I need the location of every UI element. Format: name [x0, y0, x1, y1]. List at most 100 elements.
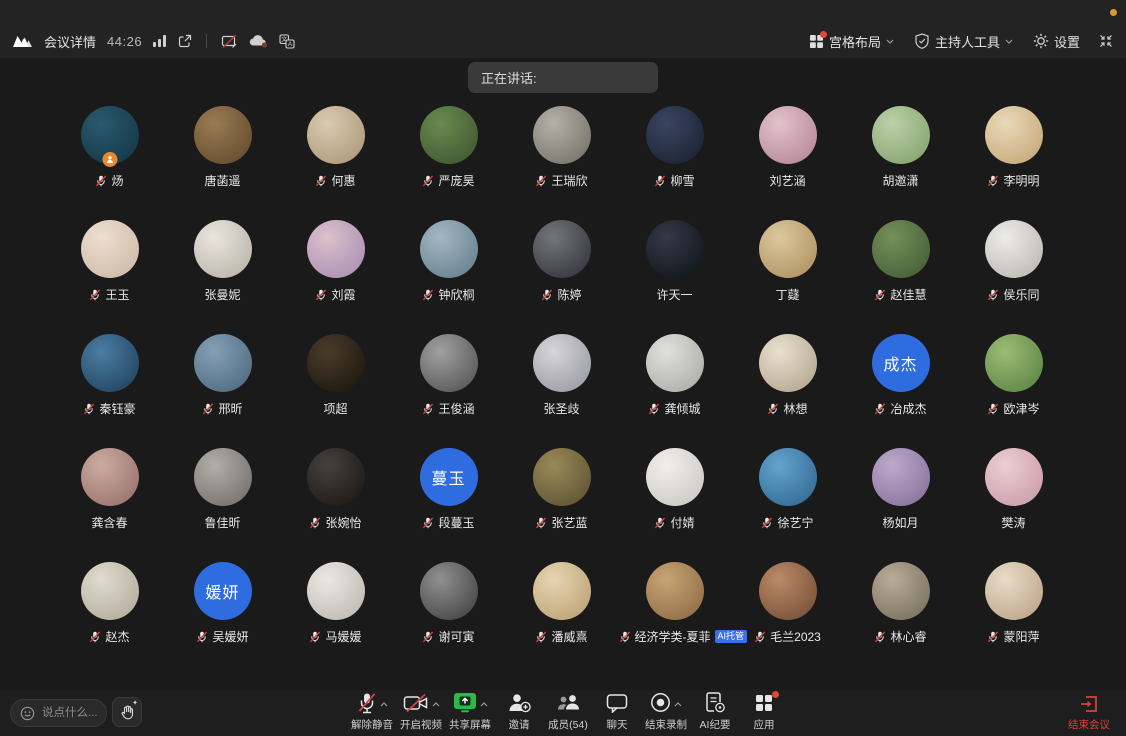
settings-button[interactable]: 设置: [1027, 32, 1086, 51]
participant-tile[interactable]: 媛妍 吴媛妍: [166, 556, 279, 670]
end-meeting-button[interactable]: 结束会议: [1068, 693, 1110, 732]
toolbar-button-label: AI纪要: [700, 717, 731, 732]
participant-tile[interactable]: 谢可寅: [392, 556, 505, 670]
mic-muted-icon: [874, 289, 886, 301]
participant-tile[interactable]: 钟欣桐: [392, 214, 505, 328]
chat-input[interactable]: [40, 706, 106, 720]
participant-name: 潘威熹: [551, 628, 587, 645]
mic-muted-icon: [874, 403, 886, 415]
avatar: [872, 220, 930, 278]
participant-tile[interactable]: 张婉怡: [279, 442, 392, 556]
chevron-up-icon[interactable]: [380, 702, 388, 707]
participant-tile[interactable]: 秦钰豪: [53, 328, 166, 442]
network-signal-icon[interactable]: [153, 35, 167, 47]
participant-tile[interactable]: 成杰 冶成杰: [844, 328, 957, 442]
raise-hand-button[interactable]: ✦: [112, 697, 142, 727]
mic-muted-icon: [535, 517, 547, 529]
participant-tile[interactable]: 柳雪: [618, 100, 731, 214]
chevron-down-icon: [1005, 39, 1013, 44]
mic-muted-icon: [315, 175, 327, 187]
mic-muted-icon: [202, 403, 214, 415]
chevron-up-icon[interactable]: [432, 702, 440, 707]
participant-tile[interactable]: 唐菡遥: [166, 100, 279, 214]
translation-icon[interactable]: 文A: [279, 34, 295, 49]
participant-tile[interactable]: 王玉: [53, 214, 166, 328]
participant-tile[interactable]: 林心睿: [844, 556, 957, 670]
participant-tile[interactable]: 侯乐同: [957, 214, 1070, 328]
exit-fullscreen-icon[interactable]: [1098, 33, 1114, 49]
participant-tile[interactable]: 张曼妮: [166, 214, 279, 328]
avatar: 媛妍: [194, 562, 252, 620]
participant-tile[interactable]: 刘霞: [279, 214, 392, 328]
participant-tile[interactable]: 杨如月: [844, 442, 957, 556]
participant-tile[interactable]: 鲁佳昕: [166, 442, 279, 556]
participant-tile[interactable]: 付婧: [618, 442, 731, 556]
avatar: [194, 220, 252, 278]
participant-tile[interactable]: 赵佳慧: [844, 214, 957, 328]
toolbar-button[interactable]: 开启视频: [400, 693, 442, 732]
toolbar-button[interactable]: 共享屏幕: [449, 693, 491, 732]
participant-tile[interactable]: 陈婷: [505, 214, 618, 328]
mic-muted-icon: [754, 631, 766, 643]
participant-tile[interactable]: 欧津岑: [957, 328, 1070, 442]
participant-tile[interactable]: 蔓玉 段蔓玉: [392, 442, 505, 556]
mic-muted-icon: [422, 175, 434, 187]
chevron-up-icon[interactable]: [674, 702, 682, 707]
chat-inputbox[interactable]: [10, 699, 107, 727]
participant-tile[interactable]: 蒙阳萍: [957, 556, 1070, 670]
participant-tile[interactable]: 潘威熹: [505, 556, 618, 670]
participant-name: 经济学类-夏菲: [635, 628, 711, 645]
toolbar-button[interactable]: 聊天: [596, 693, 638, 732]
emoji-icon[interactable]: [20, 706, 35, 721]
participant-tile[interactable]: 樊涛: [957, 442, 1070, 556]
chevron-up-icon[interactable]: [480, 702, 488, 707]
grid-layout-button[interactable]: 宫格布局: [803, 32, 900, 51]
toolbar-button[interactable]: AI纪要: [694, 693, 736, 732]
participant-name: 龚含春: [91, 514, 127, 531]
participant-tile[interactable]: 炀: [53, 100, 166, 214]
participant-name: 吴媛妍: [212, 628, 248, 645]
grid-layout-label: 宫格布局: [829, 32, 881, 51]
participant-tile[interactable]: 龚含春: [53, 442, 166, 556]
toolbar-buttons: 解除静音 开启视频 共享屏幕 邀请 成员(54) 聊天 结束录制: [351, 693, 785, 732]
participant-tile[interactable]: 刘艺涵: [731, 100, 844, 214]
meeting-details-link[interactable]: 会议详情: [44, 32, 96, 51]
participant-tile[interactable]: 胡邀潇: [844, 100, 957, 214]
whiteboard-disabled-icon[interactable]: [221, 34, 238, 49]
toolbar-button[interactable]: 应用: [743, 693, 785, 732]
participant-tile[interactable]: 王瑞欣: [505, 100, 618, 214]
participant-tile[interactable]: 张圣歧: [505, 328, 618, 442]
toolbar-button[interactable]: 结束录制: [645, 693, 687, 732]
participant-tile[interactable]: 张艺蓝: [505, 442, 618, 556]
toolbar-button[interactable]: 成员(54): [547, 693, 589, 732]
mic-muted-icon: [761, 517, 773, 529]
avatar: [81, 334, 139, 392]
mic-muted-icon: [422, 517, 434, 529]
participant-tile[interactable]: 项超: [279, 328, 392, 442]
participant-tile[interactable]: 丁薿: [731, 214, 844, 328]
avatar: [872, 448, 930, 506]
host-tools-button[interactable]: 主持人工具: [908, 32, 1019, 51]
participant-name: 张婉怡: [325, 514, 361, 531]
participant-tile[interactable]: 林想: [731, 328, 844, 442]
participant-tile[interactable]: 何惠: [279, 100, 392, 214]
avatar: [420, 334, 478, 392]
participant-tile[interactable]: 许天一: [618, 214, 731, 328]
toolbar-button[interactable]: 解除静音: [351, 693, 393, 732]
avatar: [307, 562, 365, 620]
participant-tile[interactable]: 赵杰: [53, 556, 166, 670]
participant-tile[interactable]: 龚倾城: [618, 328, 731, 442]
participant-tile[interactable]: 王俊涵: [392, 328, 505, 442]
participant-tile[interactable]: 毛兰2023: [731, 556, 844, 670]
participant-tile[interactable]: 马媛媛: [279, 556, 392, 670]
open-external-icon[interactable]: [178, 34, 192, 48]
participant-tile[interactable]: 邢昕: [166, 328, 279, 442]
avatar: [985, 106, 1043, 164]
cloud-icon[interactable]: [249, 34, 268, 48]
participant-tile[interactable]: 经济学类-夏菲 AI托管: [618, 556, 731, 670]
participant-tile[interactable]: 李明明: [957, 100, 1070, 214]
participant-tile[interactable]: 徐艺宁: [731, 442, 844, 556]
toolbar-button[interactable]: 邀请: [498, 693, 540, 732]
avatar: [759, 334, 817, 392]
participant-tile[interactable]: 严庞昊: [392, 100, 505, 214]
